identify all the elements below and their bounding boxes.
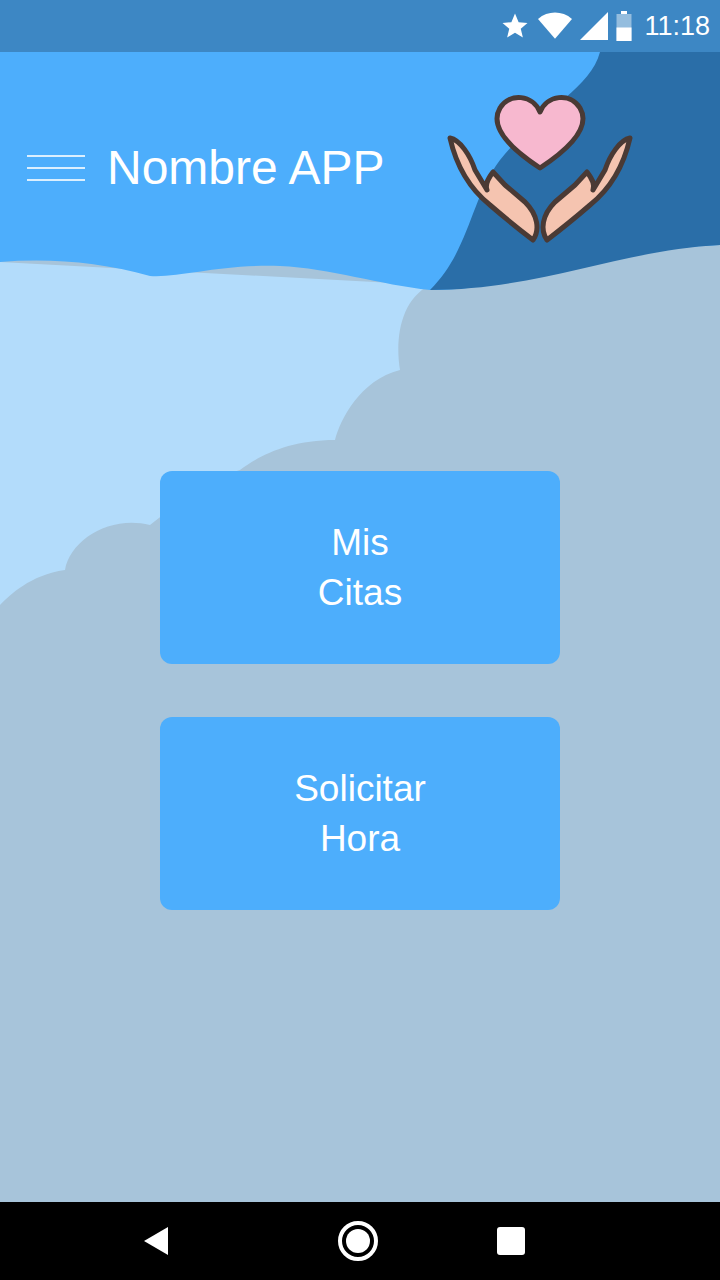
button-label: Solicitar Hora	[294, 764, 426, 864]
signal-icon	[580, 12, 608, 40]
recents-icon[interactable]	[496, 1226, 526, 1256]
menu-button[interactable]: Solicitar Hora	[160, 717, 560, 910]
heart-hands-icon	[445, 90, 635, 245]
star-icon	[500, 11, 530, 41]
main-area: Nombre APP Mis Citas Solicitar Hora	[0, 52, 720, 1202]
wifi-icon	[538, 11, 572, 41]
battery-icon	[616, 11, 632, 41]
home-icon[interactable]	[336, 1219, 380, 1263]
back-icon[interactable]	[140, 1225, 170, 1257]
menu-icon[interactable]	[27, 155, 85, 181]
button-list: Mis Citas Solicitar Hora	[0, 471, 720, 910]
app-title: Nombre APP	[107, 144, 384, 192]
navigation-bar	[0, 1202, 720, 1280]
clock: 11:18	[640, 13, 710, 40]
app-bar: Nombre APP	[0, 52, 720, 245]
menu-button[interactable]: Mis Citas	[160, 471, 560, 664]
status-bar: 11:18	[0, 0, 720, 52]
app-screen: 11:18 Nombre APP Mis Citas Solicitar Hora	[0, 0, 720, 1280]
button-label: Mis Citas	[318, 518, 402, 618]
